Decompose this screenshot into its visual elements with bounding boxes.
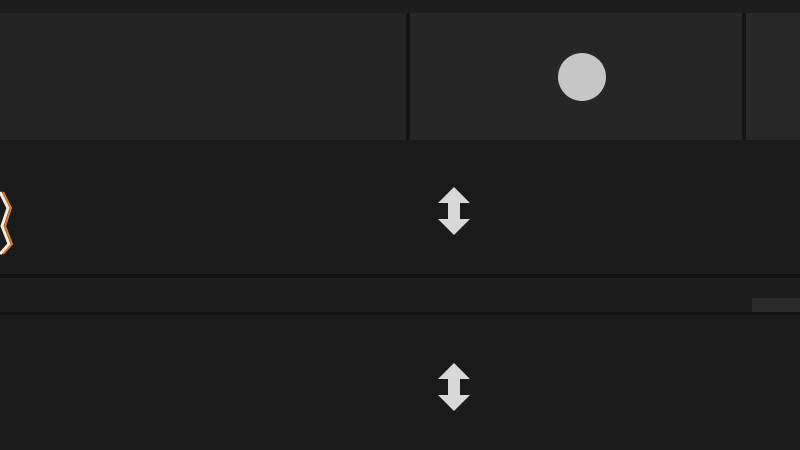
- table-row[interactable]: [0, 315, 800, 450]
- header-column-3[interactable]: [746, 13, 800, 140]
- table-view: [0, 0, 800, 450]
- table-header: [0, 0, 800, 140]
- table-row[interactable]: [0, 140, 800, 274]
- scrollbar-track[interactable]: [752, 298, 800, 312]
- vertical-resize-icon[interactable]: [434, 185, 474, 237]
- header-top-edge: [0, 0, 800, 13]
- chevron-expand-icon[interactable]: [0, 188, 14, 258]
- vertical-resize-icon[interactable]: [434, 361, 474, 413]
- circle-indicator-icon[interactable]: [558, 53, 606, 101]
- group-spacer: [0, 278, 800, 312]
- header-column-1[interactable]: [0, 13, 406, 140]
